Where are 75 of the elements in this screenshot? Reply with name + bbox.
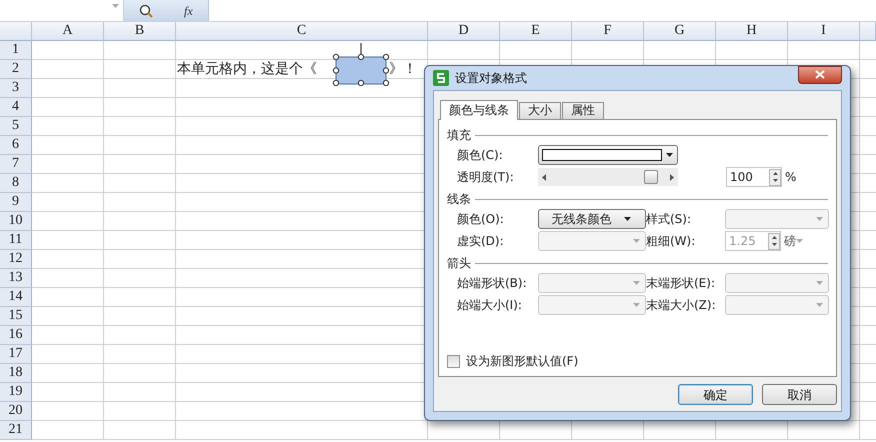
field-label: 样式(S): [646,211,692,228]
field-label: 始端大小(I): [457,297,523,314]
row-header[interactable]: 7 [0,155,32,174]
caret-icon[interactable] [666,153,673,157]
row-header[interactable]: 15 [0,307,32,326]
row-header[interactable]: 18 [0,364,32,383]
row-header[interactable]: 9 [0,193,32,212]
close-icon[interactable] [815,70,825,79]
column-header[interactable]: D [428,22,500,41]
unit-label: 磅 [784,233,796,250]
row-header[interactable]: 11 [0,231,32,250]
dialog-title: 设置对象格式 [455,70,527,87]
section-heading: 填充 [447,127,471,144]
formula-input[interactable] [209,0,876,21]
field-label: 粗细(W): [646,233,696,250]
row-header[interactable]: 21 [0,421,32,440]
row-header[interactable]: 6 [0,136,32,155]
column-header[interactable]: I [788,22,860,41]
cell-text: 本单元格内，这是个《 [177,60,317,79]
row-header[interactable]: 19 [0,383,32,402]
row-header[interactable]: 2 [0,60,32,79]
dropdown[interactable]: 无线条颜色 [538,209,646,229]
row-header[interactable]: 5 [0,117,32,136]
spin-field: 1.25 [725,231,781,251]
row-header[interactable]: 16 [0,326,32,345]
checkbox[interactable] [447,354,460,368]
selected-shape[interactable] [332,42,390,86]
row-header[interactable]: 10 [0,212,32,231]
section-heading: 箭头 [447,255,471,272]
dialog-button[interactable]: 确定 [678,384,753,405]
column-header[interactable]: G [644,22,716,41]
column-header[interactable]: F [572,22,644,41]
field-label: 末端形状(E): [646,275,716,292]
row-header[interactable]: 3 [0,79,32,98]
dialog-button[interactable]: 取消 [762,384,837,405]
insert-function-button[interactable]: fx [184,2,193,20]
section-heading: 线条 [447,191,471,208]
tab[interactable]: 颜色与线条 [440,100,518,120]
tab[interactable]: 大小 [519,102,561,119]
tab[interactable]: 属性 [562,102,604,119]
row-header[interactable]: 17 [0,345,32,364]
spin-buttons[interactable] [769,168,781,186]
field-label: 始端形状(B): [457,275,528,292]
column-header[interactable]: A [32,22,104,41]
checkbox-label: 设为新图形默认值(F) [466,353,578,370]
caret-icon[interactable] [624,217,630,221]
row-header[interactable]: 1 [0,41,32,60]
column-header[interactable]: H [716,22,788,41]
slider[interactable] [538,168,678,186]
close-button[interactable] [798,66,842,84]
row-header[interactable]: 4 [0,98,32,117]
column-header[interactable]: E [500,22,572,41]
field-label: 颜色(C): [457,147,504,164]
field-label: 末端大小(Z): [646,297,717,314]
field-label: 透明度(T): [457,169,515,186]
row-header[interactable]: 20 [0,402,32,421]
color-dropdown[interactable] [538,145,678,165]
column-header[interactable]: B [104,22,176,41]
field-label: 颜色(O): [457,211,505,228]
up-arrow-icon[interactable] [772,172,778,175]
app-icon [433,70,449,86]
row-header[interactable]: 8 [0,174,32,193]
left-arrow-icon[interactable] [542,174,546,180]
row-header[interactable]: 12 [0,250,32,269]
column-header[interactable]: C [176,22,428,41]
slider-thumb[interactable] [644,170,658,184]
down-arrow-icon[interactable] [772,179,778,182]
right-arrow-icon[interactable] [670,174,674,180]
spin-field[interactable]: 100 [726,167,782,187]
search-icon[interactable] [139,4,154,18]
row-header[interactable]: 13 [0,269,32,288]
field-label: 虚实(D): [457,233,505,250]
cell-text: 》！ [389,60,417,79]
row-header[interactable]: 14 [0,288,32,307]
unit-label: % [785,169,796,186]
